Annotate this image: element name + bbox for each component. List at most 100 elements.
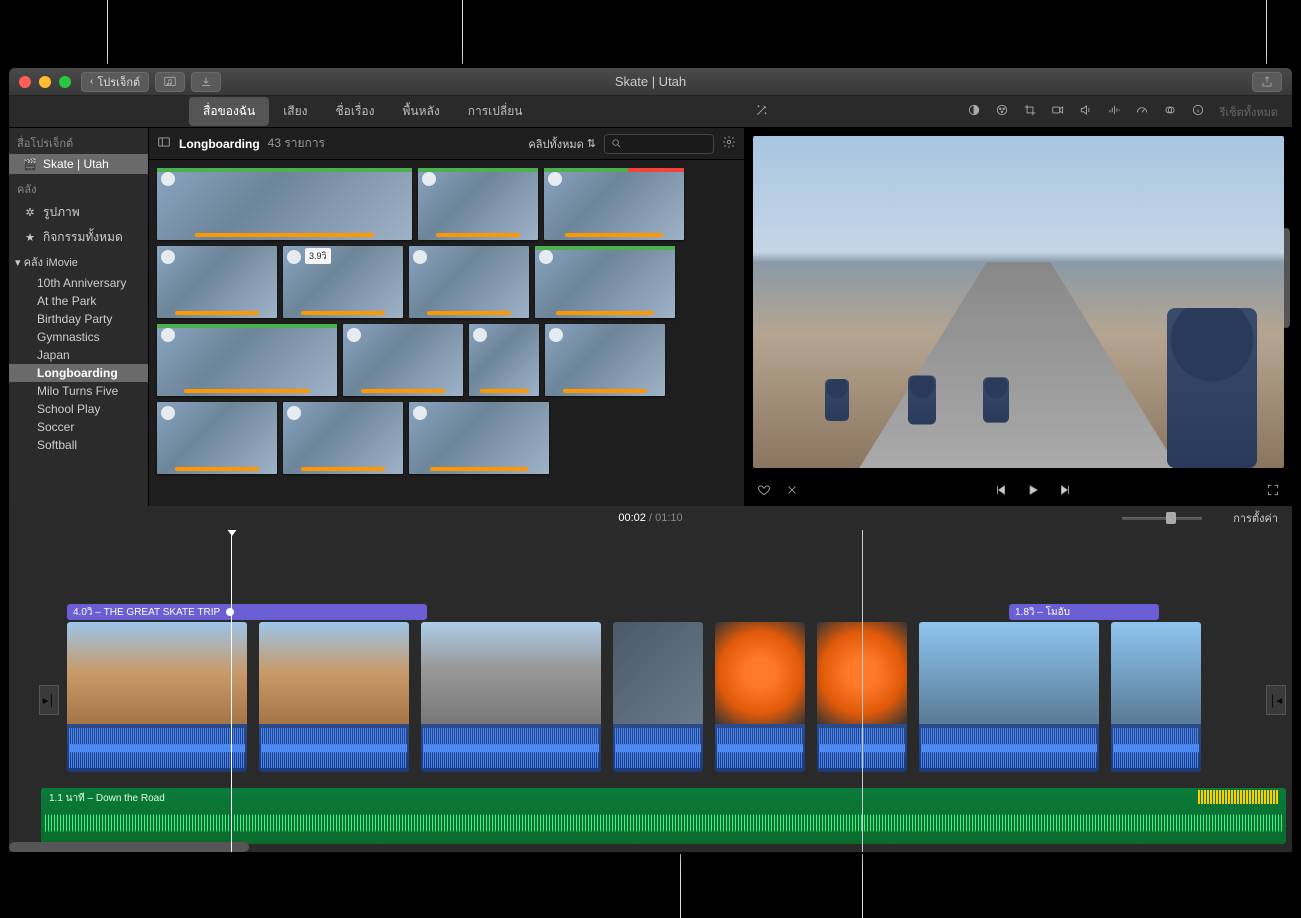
timeline-video-clip[interactable] [919, 622, 1099, 772]
zoom-slider-knob[interactable] [1166, 512, 1176, 524]
timeline-settings-button[interactable]: การตั้งค่า [1233, 509, 1278, 527]
sidebar-event-item[interactable]: Japan [9, 346, 148, 364]
timeline-video-clip[interactable] [259, 622, 409, 772]
skip-forward-icon [1058, 483, 1072, 497]
sidebar-event-item[interactable]: Longboarding [9, 364, 148, 382]
media-clip[interactable] [157, 168, 412, 240]
sidebar-event-item[interactable]: 10th Anniversary [9, 274, 148, 292]
zoom-slider[interactable] [1122, 513, 1202, 523]
enhance-wand-button[interactable] [755, 103, 769, 121]
tab-backgrounds[interactable]: พื้นหลัง [388, 97, 453, 126]
callout-line-3 [1266, 0, 1267, 64]
transition-start[interactable]: ▸│ [39, 685, 59, 715]
import-button[interactable] [191, 72, 221, 92]
noise-reduction-button[interactable] [1107, 103, 1121, 120]
media-library-toggle-button[interactable] [155, 72, 185, 92]
reject-button[interactable] [785, 483, 799, 500]
tab-my-media[interactable]: สื่อของฉัน [189, 97, 269, 126]
info-button[interactable] [1191, 103, 1205, 120]
timeline-video-clip[interactable] [67, 622, 247, 772]
callout-line-1 [107, 0, 108, 64]
minimize-window-button[interactable] [39, 76, 51, 88]
search-input[interactable] [604, 134, 714, 154]
timeline-horizontal-scrollbar[interactable] [9, 842, 249, 852]
play-button[interactable] [1026, 483, 1040, 500]
timeline-video-clip[interactable] [421, 622, 601, 772]
preview-monitor[interactable] [753, 136, 1284, 468]
media-clip[interactable] [343, 324, 463, 396]
media-clip[interactable] [409, 402, 549, 474]
title-clip-2[interactable]: 1.8วิ – โมอับ [1009, 604, 1159, 620]
clip-filter-label: คลิปทั้งหมด [528, 135, 583, 153]
stabilization-button[interactable] [1051, 103, 1065, 120]
clip-filter-button[interactable] [1163, 103, 1177, 120]
video-track [67, 622, 1292, 772]
viewer-controls [745, 476, 1292, 506]
media-clip[interactable] [469, 324, 539, 396]
sidebar-item-photos[interactable]: ✲ รูปภาพ [9, 200, 148, 225]
close-window-button[interactable] [19, 76, 31, 88]
timeline-video-clip[interactable] [1111, 622, 1201, 772]
timeline-body[interactable]: 4.0วิ – THE GREAT SKATE TRIP 1.8วิ – โมอ… [9, 530, 1292, 852]
chevron-left-icon: ‹ [90, 76, 93, 87]
timeline-video-clip[interactable] [715, 622, 805, 772]
sidebar-event-item[interactable]: Milo Turns Five [9, 382, 148, 400]
sidebar-item-project[interactable]: 🎬 Skate | Utah [9, 154, 148, 174]
media-clip[interactable] [283, 402, 403, 474]
callout-line-5 [862, 854, 863, 918]
media-clip[interactable] [544, 168, 684, 240]
sidebar-event-item[interactable]: Birthday Party [9, 310, 148, 328]
fullscreen-button[interactable] [1266, 483, 1280, 500]
sidebar-event-item[interactable]: At the Park [9, 292, 148, 310]
media-clip[interactable] [535, 246, 675, 318]
projects-back-button[interactable]: ‹ โปรเจ็กต์ [81, 72, 149, 92]
sidebar-item-all-events[interactable]: ★ กิจกรรมทั้งหมด [9, 225, 148, 250]
sidebar-panel-icon [157, 135, 171, 149]
crop-button[interactable] [1023, 103, 1037, 120]
expand-icon [1266, 483, 1280, 497]
clip-grid[interactable]: 3.9วิ [149, 160, 744, 506]
tab-titles[interactable]: ชื่อเรื่อง [322, 97, 389, 126]
share-button[interactable] [1252, 72, 1282, 92]
media-clip[interactable] [157, 246, 277, 318]
audio-track-clip[interactable]: 1.1 นาที – Down the Road [41, 788, 1286, 844]
timeline-current-time: 00:02 [618, 512, 646, 524]
timeline-video-clip[interactable] [613, 622, 703, 772]
skip-back-icon [994, 483, 1008, 497]
tab-transitions[interactable]: การเปลี่ยน [454, 97, 537, 126]
color-correction-button[interactable] [995, 103, 1009, 120]
title-clip-1[interactable]: 4.0วิ – THE GREAT SKATE TRIP [67, 604, 427, 620]
list-view-toggle[interactable] [157, 135, 171, 152]
favorite-button[interactable] [757, 483, 771, 500]
browser-settings-button[interactable] [722, 135, 736, 152]
wand-icon [755, 103, 769, 117]
prev-frame-button[interactable] [994, 483, 1008, 500]
zoom-window-button[interactable] [59, 76, 71, 88]
clip-filter-dropdown[interactable]: คลิปทั้งหมด ⇅ [528, 135, 596, 153]
timeline-total-time: 01:10 [655, 512, 683, 524]
play-icon [1026, 483, 1040, 497]
sidebar-event-item[interactable]: Softball [9, 436, 148, 454]
star-icon: ★ [23, 231, 37, 244]
sidebar-event-item[interactable]: Gymnastics [9, 328, 148, 346]
reset-all-button[interactable]: รีเซ็ตทั้งหมด [1219, 103, 1278, 121]
zoom-slider-track [1122, 517, 1202, 520]
search-icon [611, 138, 622, 149]
playhead[interactable] [231, 530, 232, 852]
media-clip[interactable] [418, 168, 538, 240]
sidebar-event-item[interactable]: Soccer [9, 418, 148, 436]
media-clip[interactable] [157, 402, 277, 474]
sidebar-item-imovie-library[interactable]: ▾ คลัง iMovie [9, 250, 148, 274]
speed-button[interactable] [1135, 103, 1149, 120]
music-note-icon [163, 75, 177, 89]
volume-button[interactable] [1079, 103, 1093, 120]
sidebar-event-item[interactable]: School Play [9, 400, 148, 418]
media-clip[interactable]: 3.9วิ [283, 246, 403, 318]
speedometer-icon [1135, 103, 1149, 117]
media-clip[interactable] [545, 324, 665, 396]
media-clip[interactable] [157, 324, 337, 396]
color-balance-button[interactable] [967, 103, 981, 120]
media-clip[interactable] [409, 246, 529, 318]
tab-audio[interactable]: เสียง [269, 97, 321, 126]
next-frame-button[interactable] [1058, 483, 1072, 500]
